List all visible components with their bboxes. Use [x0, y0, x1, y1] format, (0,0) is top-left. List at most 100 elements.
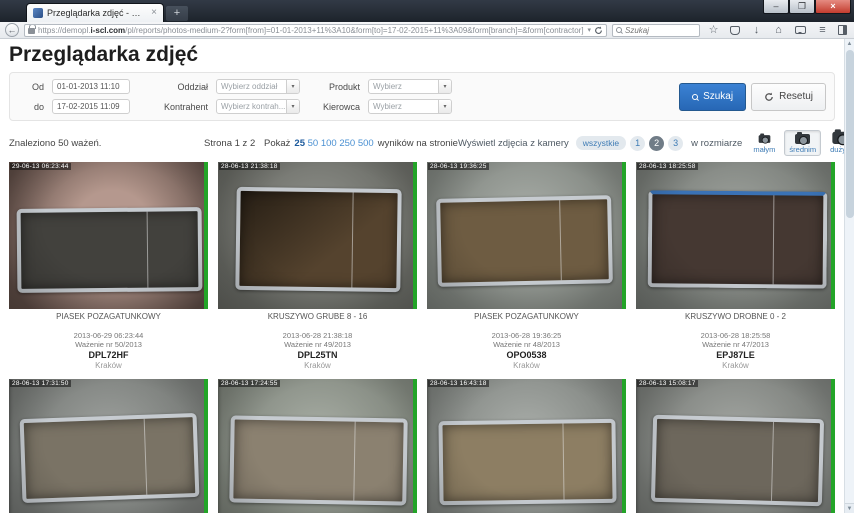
search-icon	[692, 94, 698, 100]
chevron-down-icon[interactable]: ▾	[438, 100, 451, 113]
photo-card[interactable]: 29-06-13 06:23:44 PIASEK POZAGATUNKOWY 2…	[9, 162, 208, 371]
truck-photo[interactable]: 28-06-13 16:43:18	[427, 379, 626, 513]
size-option-średnim[interactable]: średnim	[784, 130, 821, 156]
camera-option-1[interactable]: 1	[630, 136, 645, 151]
scroll-down-icon[interactable]: ▼	[845, 503, 854, 513]
contractor-placeholder: Wybierz kontrah...	[217, 102, 286, 111]
license-plate: DPL72HF	[9, 350, 208, 361]
downloads-icon[interactable]: ↓	[748, 24, 765, 37]
weighing-details: 2013-06-28 21:38:18 Ważenie nr 49/2013 D…	[218, 331, 417, 371]
browser-search-input[interactable]	[625, 26, 685, 35]
driver-placeholder: Wybierz	[369, 102, 438, 111]
camera-timestamp-overlay: 28-06-13 19:36:25	[428, 163, 489, 170]
license-plate: DPL25TN	[218, 350, 417, 361]
green-edge-stripe	[204, 162, 208, 309]
license-plate: OPO0538	[427, 350, 626, 361]
minimize-button[interactable]: –	[763, 0, 789, 14]
truck-photo[interactable]: 28-06-13 17:24:55	[218, 379, 417, 513]
driver-select[interactable]: Wybierz▾	[368, 99, 452, 114]
photo-card[interactable]: 28-06-13 19:36:25 PIASEK POZAGATUNKOWY 2…	[427, 162, 626, 371]
results-count: Znaleziono 50 ważeń.	[9, 138, 204, 149]
pagination-info: Strona 1 z 2	[204, 138, 256, 149]
weighing-details: 2013-06-29 06:23:44 Ważenie nr 50/2013 D…	[9, 331, 208, 371]
truck-photo[interactable]: 28-06-13 18:25:58	[636, 162, 835, 309]
url-path: /pl/reports/photos-medium-2?form[from]=0…	[125, 26, 584, 35]
photo-caption: PIASEK POZAGATUNKOWY 2013-06-29 06:23:44…	[9, 312, 208, 371]
reset-button[interactable]: Resetuj	[751, 83, 826, 111]
truck-photo[interactable]: 28-06-13 17:31:50	[9, 379, 208, 513]
size-label: w rozmiarze	[691, 138, 742, 149]
page-content: Przeglądarka zdjęć Od Oddział Wybierz od…	[0, 39, 844, 513]
photo-card[interactable]: 28-06-13 15:08:17 PIASEK POZAGATUNKOWY	[636, 379, 835, 513]
reload-icon[interactable]	[594, 26, 603, 35]
maximize-button[interactable]: ❐	[789, 0, 815, 14]
size-options: małymśrednimdużym	[748, 130, 844, 156]
photo-vignette	[636, 379, 835, 513]
close-button[interactable]: ×	[815, 0, 851, 14]
camera-option-wszystkie[interactable]: wszystkie	[576, 136, 626, 150]
per-page-option[interactable]: 100	[321, 138, 337, 149]
results-bar: Znaleziono 50 ważeń. Strona 1 z 2 Pokaż …	[9, 128, 835, 158]
camera-icon	[759, 135, 771, 143]
size-option-dużym[interactable]: dużym	[825, 130, 844, 156]
url-text: https://demopl.i-scl.com/pl/reports/phot…	[38, 26, 584, 35]
truck-photo[interactable]: 28-06-13 21:38:18	[218, 162, 417, 309]
camera-icon	[795, 134, 810, 144]
to-label: do	[18, 102, 44, 112]
green-edge-stripe	[622, 379, 626, 513]
photo-card[interactable]: 28-06-13 17:24:55 PIASEK POZAGATUNKOWY	[218, 379, 417, 513]
photo-card[interactable]: 28-06-13 18:25:58 KRUSZYWO DROBNE 0 - 2 …	[636, 162, 835, 371]
camera-icon	[832, 132, 844, 144]
scroll-up-icon[interactable]: ▲	[845, 39, 854, 49]
product-select[interactable]: Wybierz▾	[368, 79, 452, 94]
weighing-number: Ważenie nr 47/2013	[636, 340, 835, 349]
truck-photo[interactable]: 28-06-13 15:08:17	[636, 379, 835, 513]
chevron-down-icon[interactable]: ▾	[438, 80, 451, 93]
chat-bubble-icon[interactable]	[795, 26, 806, 34]
filter-grid: Od Oddział Wybierz oddział▾ Produkt Wybi…	[18, 79, 452, 114]
chevron-down-icon[interactable]: ▾	[286, 80, 299, 93]
from-date-input[interactable]	[52, 79, 130, 94]
browser-search-box[interactable]	[612, 24, 700, 37]
per-page-option[interactable]: 500	[358, 138, 374, 149]
chevron-down-icon[interactable]: ▾	[286, 100, 299, 113]
photo-vignette	[9, 379, 208, 513]
pocket-icon[interactable]	[730, 26, 740, 35]
camera-option-2[interactable]: 2	[649, 136, 664, 151]
contractor-label: Kontrahent	[138, 102, 208, 112]
photo-card[interactable]: 28-06-13 16:43:18 PIASEK POZAGATUNKOWY	[427, 379, 626, 513]
url-dropdown-icon[interactable]: ▾	[587, 26, 591, 34]
per-page-option[interactable]: 50	[308, 138, 319, 149]
branch-select[interactable]: Wybierz oddział▾	[216, 79, 300, 94]
tab-bar: Przeglądarka zdjęć - GS Pa... × + – ❐ ×	[0, 0, 854, 22]
back-button[interactable]: ←	[5, 23, 19, 37]
truck-photo[interactable]: 29-06-13 06:23:44	[9, 162, 208, 309]
camera-option-3[interactable]: 3	[668, 136, 683, 151]
product-name: PIASEK POZAGATUNKOWY	[9, 312, 208, 321]
search-button[interactable]: Szukaj	[679, 83, 746, 111]
per-page-option[interactable]: 250	[339, 138, 355, 149]
weighing-details: 2013-06-28 19:36:25 Ważenie nr 48/2013 O…	[427, 331, 626, 371]
menu-icon[interactable]: ≡	[814, 24, 831, 37]
camera-timestamp-overlay: 28-06-13 21:38:18	[219, 163, 280, 170]
per-page-options: Pokaż 25 50 100 250 500 wyników na stron…	[264, 138, 458, 149]
truck-photo[interactable]: 28-06-13 19:36:25	[427, 162, 626, 309]
photo-card[interactable]: 28-06-13 21:38:18 KRUSZYWO GRUBE 8 - 16 …	[218, 162, 417, 371]
city: Kraków	[636, 361, 835, 371]
page-scrollbar[interactable]: ▲ ▼	[844, 39, 854, 513]
branch-placeholder: Wybierz oddział	[217, 82, 286, 91]
photo-card[interactable]: 28-06-13 17:31:50 KRUSZYWO GRUBE 8 - 16	[9, 379, 208, 513]
to-date-input[interactable]	[52, 99, 130, 114]
browser-window: Przeglądarka zdjęć - GS Pa... × + – ❐ × …	[0, 0, 854, 514]
sidebar-toggle-icon[interactable]	[838, 25, 847, 35]
bookmark-star-icon[interactable]: ☆	[705, 24, 722, 37]
contractor-select[interactable]: Wybierz kontrah...▾	[216, 99, 300, 114]
home-icon[interactable]: ⌂	[770, 24, 787, 37]
url-bar[interactable]: https://demopl.i-scl.com/pl/reports/phot…	[24, 24, 607, 37]
tab-close-icon[interactable]: ×	[151, 8, 157, 18]
browser-tab[interactable]: Przeglądarka zdjęć - GS Pa... ×	[26, 3, 164, 22]
size-option-małym[interactable]: małym	[748, 130, 780, 156]
new-tab-button[interactable]: +	[166, 6, 188, 21]
per-page-option[interactable]: 25	[294, 138, 305, 149]
scrollbar-thumb[interactable]	[846, 50, 854, 218]
